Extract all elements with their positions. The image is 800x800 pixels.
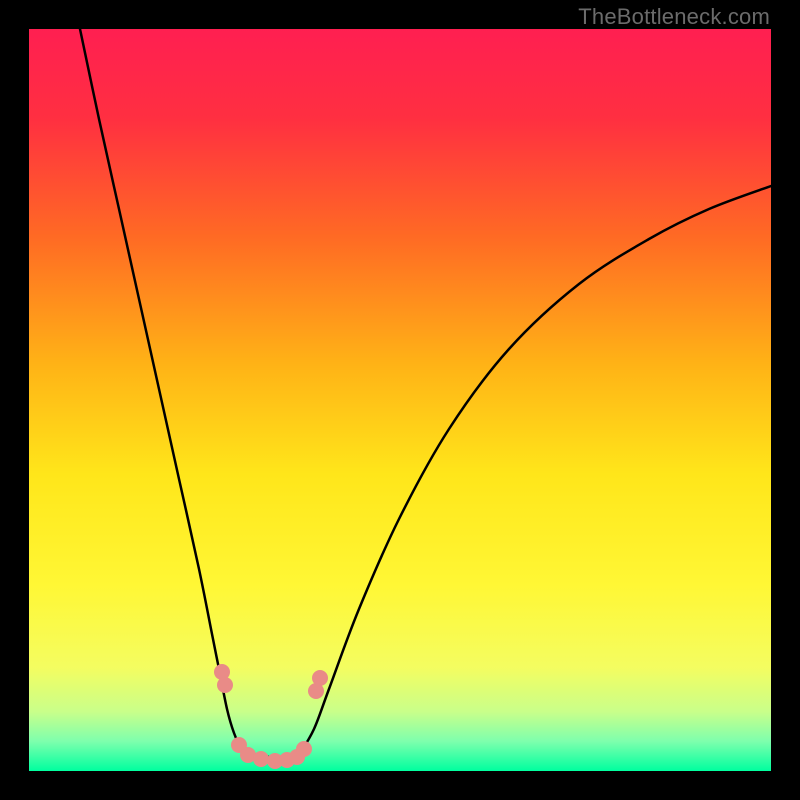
chart-canvas (29, 29, 771, 771)
marker-dot (296, 741, 312, 757)
gradient-background (29, 29, 771, 771)
plot-area (29, 29, 771, 771)
watermark-text: TheBottleneck.com (578, 4, 770, 30)
marker-dot (217, 677, 233, 693)
marker-dot (253, 751, 269, 767)
marker-dot (312, 670, 328, 686)
outer-frame: TheBottleneck.com (0, 0, 800, 800)
